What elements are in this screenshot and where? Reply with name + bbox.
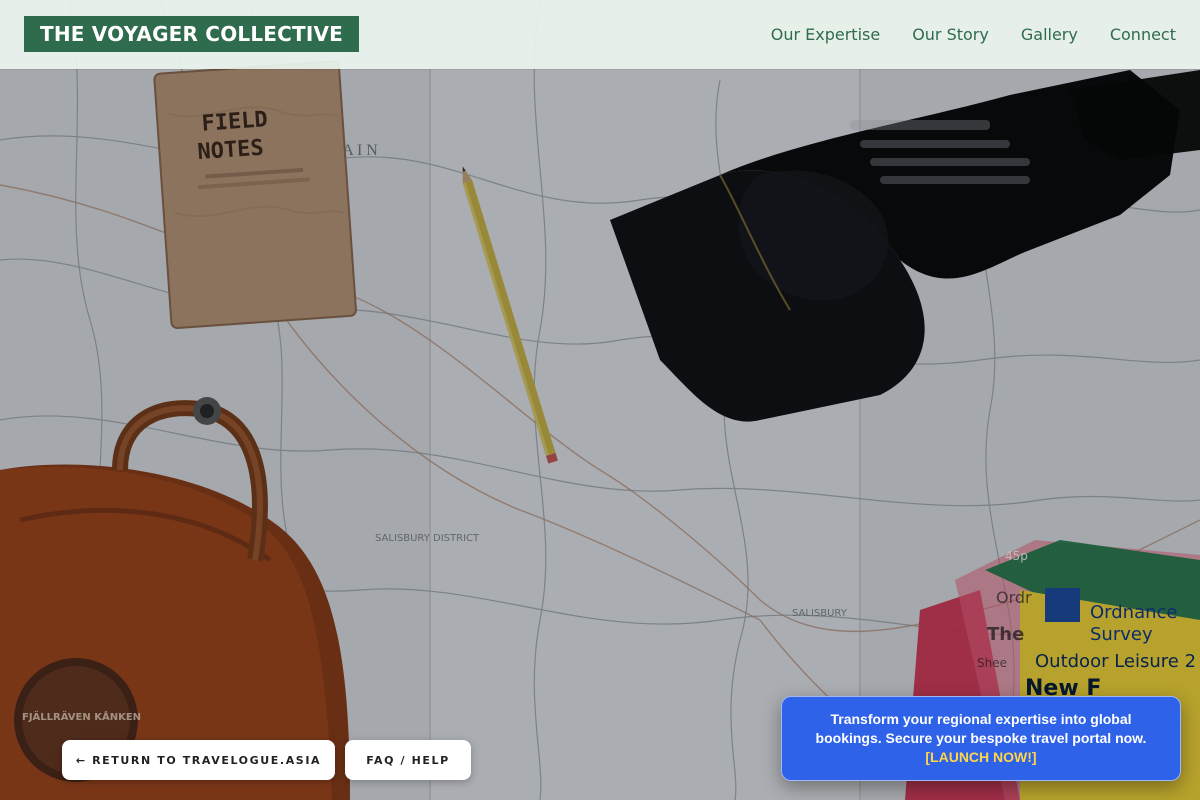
brand-logo[interactable]: THE VOYAGER COLLECTIVE [24, 16, 360, 52]
promo-line-1: Transform your regional expertise into g… [830, 711, 1132, 727]
nav-link-our-expertise[interactable]: Our Expertise [771, 25, 880, 44]
nav-link-connect[interactable]: Connect [1110, 25, 1176, 44]
faq-help-button[interactable]: FAQ / HELP [345, 740, 471, 780]
nav-link-our-story[interactable]: Our Story [912, 25, 989, 44]
promo-banner[interactable]: Transform your regional expertise into g… [781, 696, 1181, 781]
main-nav: Our Expertise Our Story Gallery Connect [771, 0, 1176, 69]
hero-background: L A I N SALISBURY DISTRICT SALISBURY FIE… [0, 0, 1200, 800]
promo-line-2: bookings. Secure your bespoke travel por… [815, 730, 1147, 746]
top-navigation-bar: THE VOYAGER COLLECTIVE Our Expertise Our… [0, 0, 1200, 69]
promo-launch-cta[interactable]: [LAUNCH NOW!] [782, 748, 1180, 767]
nav-link-gallery[interactable]: Gallery [1021, 25, 1078, 44]
hero-dim-overlay [0, 0, 1200, 800]
return-to-travelogue-button[interactable]: ← RETURN TO TRAVELOGUE.ASIA [62, 740, 335, 780]
